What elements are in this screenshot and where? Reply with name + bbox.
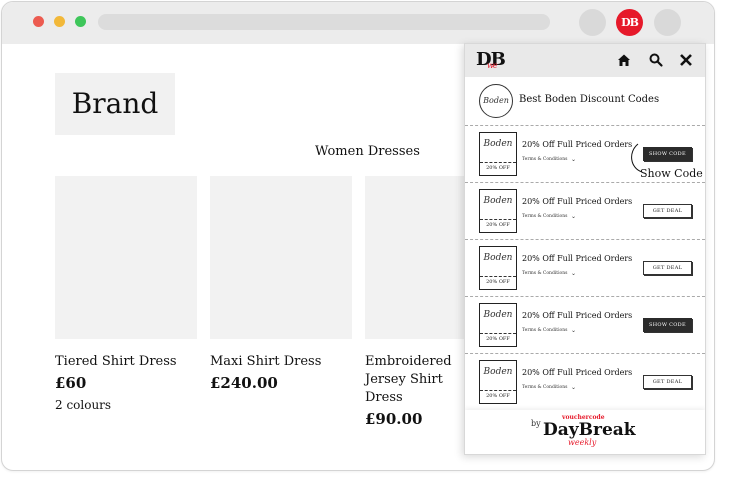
offer-thumb-logo: Boden <box>483 310 513 320</box>
terms-link[interactable]: Terms & Conditions <box>522 385 567 390</box>
browser-toolbar: DB <box>2 2 714 44</box>
offer-title: 20% Off Full Priced Orders <box>522 140 633 149</box>
offer-title: 20% Off Full Priced Orders <box>522 311 633 320</box>
terms-link[interactable]: Terms & Conditions <box>522 157 567 162</box>
section-title: Women Dresses <box>315 144 420 159</box>
offer-discount: 20% OFF <box>486 336 510 342</box>
home-icon[interactable] <box>616 52 632 68</box>
chevron-down-icon[interactable]: ⌄ <box>571 270 576 277</box>
store-title: Best Boden Discount Codes <box>519 94 660 105</box>
product-price: £240.00 <box>210 374 278 392</box>
offer-row: Boden 20% OFF 20% Off Full Priced Orders… <box>465 239 705 297</box>
offer-thumbnail: Boden 20% OFF <box>479 246 517 290</box>
offer-thumb-logo: Boden <box>483 196 513 206</box>
maximize-window-button[interactable] <box>75 16 86 27</box>
product-price: £60 <box>55 374 87 392</box>
brand-logo[interactable]: Brand <box>55 73 175 135</box>
divider <box>480 333 516 334</box>
product-colours: 2 colours <box>55 398 112 412</box>
get-deal-button[interactable]: GET DEAL <box>643 204 692 218</box>
offer-thumb-logo: Boden <box>483 139 513 149</box>
close-icon[interactable] <box>678 52 694 68</box>
toolbar-profile-button[interactable] <box>654 9 681 36</box>
get-deal-button[interactable]: GET DEAL <box>643 261 692 275</box>
toolbar-extension-button[interactable] <box>579 9 606 36</box>
divider <box>480 219 516 220</box>
show-code-button[interactable]: SHOW CODE <box>643 318 692 332</box>
divider <box>480 276 516 277</box>
close-window-button[interactable] <box>33 16 44 27</box>
offer-thumbnail: Boden 20% OFF <box>479 360 517 404</box>
store-logo: Boden <box>479 84 513 118</box>
offer-thumb-logo: Boden <box>483 367 513 377</box>
product-name[interactable]: Embroidered Jersey Shirt Dress <box>365 353 475 407</box>
footer-by: by <box>531 419 541 428</box>
store-header: Boden Best Boden Discount Codes <box>465 77 705 126</box>
terms-link[interactable]: Terms & Conditions <box>522 271 567 276</box>
panel-header: DB we <box>465 44 705 77</box>
offer-title: 20% Off Full Priced Orders <box>522 254 633 263</box>
offer-discount: 20% OFF <box>486 279 510 285</box>
product-card[interactable]: Tiered Shirt Dress £60 2 colours <box>55 176 197 412</box>
chevron-down-icon[interactable]: ⌄ <box>571 213 576 220</box>
product-name[interactable]: Tiered Shirt Dress <box>55 353 197 371</box>
offer-thumbnail: Boden 20% OFF <box>479 189 517 233</box>
chevron-down-icon[interactable]: ⌄ <box>571 384 576 391</box>
product-card[interactable]: Maxi Shirt Dress £240.00 <box>210 176 352 392</box>
offer-discount: 20% OFF <box>486 393 510 399</box>
offer-discount: 20% OFF <box>486 222 510 228</box>
minimize-window-button[interactable] <box>54 16 65 27</box>
terms-link[interactable]: Terms & Conditions <box>522 328 567 333</box>
get-deal-button[interactable]: GET DEAL <box>643 375 692 389</box>
daybreak-logo: DB we <box>476 49 506 70</box>
chevron-down-icon[interactable]: ⌄ <box>571 156 576 163</box>
product-name[interactable]: Maxi Shirt Dress <box>210 353 352 371</box>
offer-title: 20% Off Full Priced Orders <box>522 368 633 377</box>
daybreak-extension-icon[interactable]: DB <box>616 9 643 36</box>
address-bar[interactable] <box>98 14 550 30</box>
offer-thumb-logo: Boden <box>483 253 513 263</box>
offer-title: 20% Off Full Priced Orders <box>522 197 633 206</box>
search-icon[interactable] <box>648 52 664 68</box>
panel-footer: by vouchercode DayBreak weekly <box>465 410 705 454</box>
offer-row: Boden 20% OFF 20% Off Full Priced Orders… <box>465 353 705 411</box>
offer-thumbnail: Boden 20% OFF <box>479 303 517 347</box>
show-code-callout: Show Code <box>640 167 703 180</box>
offer-discount: 20% OFF <box>486 165 510 171</box>
footer-daybreak-logo[interactable]: DayBreak <box>543 420 636 440</box>
offer-row: Boden 20% OFF 20% Off Full Priced Orders… <box>465 296 705 354</box>
product-image[interactable] <box>210 176 352 339</box>
discount-extension-panel: DB we Boden Best Boden Discount Codes Bo… <box>464 43 706 455</box>
logo-subtext: we <box>487 61 498 70</box>
offer-row: Boden 20% OFF 20% Off Full Priced Orders… <box>465 182 705 240</box>
product-image[interactable] <box>55 176 197 339</box>
terms-link[interactable]: Terms & Conditions <box>522 214 567 219</box>
divider <box>480 162 516 163</box>
divider <box>480 390 516 391</box>
brand-text: Brand <box>71 87 159 120</box>
chevron-down-icon[interactable]: ⌄ <box>571 327 576 334</box>
offer-thumbnail: Boden 20% OFF <box>479 132 517 176</box>
footer-weekly: weekly <box>568 438 597 447</box>
